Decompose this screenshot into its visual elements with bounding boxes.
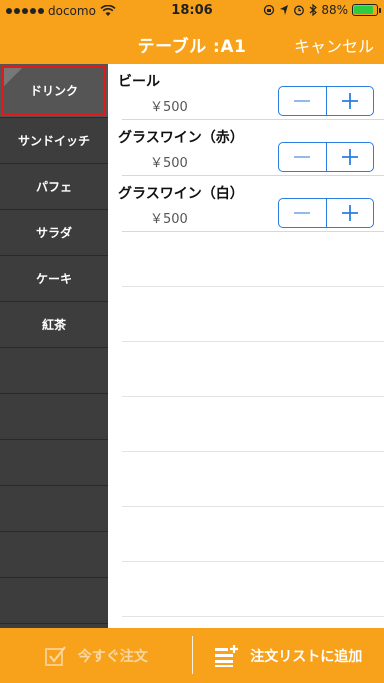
sidebar-item-tea[interactable]: 紅茶 (0, 302, 108, 348)
cancel-button[interactable]: キャンセル (294, 33, 374, 57)
checkbox-checked-icon (44, 645, 66, 666)
sidebar-item-label: 紅茶 (41, 318, 66, 332)
sidebar-item-parfait[interactable]: パフェ (0, 164, 108, 210)
battery-icon (352, 4, 381, 16)
increment-button[interactable] (327, 87, 374, 115)
sidebar-item-drink[interactable]: ドリンク (0, 64, 108, 118)
sidebar-empty-row (0, 394, 108, 440)
bluetooth-icon (309, 4, 318, 16)
minus-icon (294, 100, 311, 102)
empty-row (122, 232, 384, 287)
sidebar-empty-row (0, 440, 108, 486)
header: docomo 18:06 88% テーブル:A1 キャンセル (0, 0, 384, 64)
status-bar: docomo 18:06 88% (0, 0, 384, 22)
decrement-button[interactable] (279, 143, 327, 171)
sidebar-item-label: パフェ (35, 180, 72, 194)
item-price: ￥500 (150, 156, 188, 171)
sidebar-item-label: ドリンク (29, 84, 78, 98)
increment-button[interactable] (327, 199, 374, 227)
increment-button[interactable] (327, 143, 374, 171)
plus-icon (341, 149, 358, 165)
sidebar-empty-row (0, 578, 108, 624)
empty-row (122, 342, 384, 397)
item-price: ￥500 (150, 212, 188, 227)
item-name: グラスワイン（赤） (118, 130, 244, 146)
sidebar-item-salad[interactable]: サラダ (0, 210, 108, 256)
location-arrow-icon (280, 5, 289, 15)
item-name: ビール (118, 74, 160, 90)
quantity-stepper (278, 86, 374, 116)
list-item: グラスワイン（白） ￥500 (118, 176, 384, 232)
lock-rotation-icon (264, 4, 275, 16)
quantity-stepper (278, 142, 374, 172)
sidebar-item-cake[interactable]: ケーキ (0, 256, 108, 302)
order-now-button[interactable]: 今すぐ注文 (0, 628, 192, 683)
quantity-stepper (278, 198, 374, 228)
empty-row (122, 287, 384, 342)
decrement-button[interactable] (279, 199, 327, 227)
empty-row (122, 397, 384, 452)
plus-icon (341, 205, 358, 221)
sidebar-empty-row (0, 532, 108, 578)
empty-row (122, 562, 384, 617)
sidebar-empty-row (0, 348, 108, 394)
minus-icon (294, 212, 311, 214)
sidebar-empty-row (0, 486, 108, 532)
sidebar-item-label: サラダ (35, 226, 72, 240)
plus-icon (341, 93, 358, 109)
sidebar-item-label: サンドイッチ (17, 134, 90, 148)
minus-icon (294, 156, 311, 158)
sidebar-item-sandwich[interactable]: サンドイッチ (0, 118, 108, 164)
category-sidebar: ドリンク サンドイッチ パフェ サラダ ケーキ 紅茶 (0, 64, 108, 628)
sidebar-item-label: ケーキ (35, 272, 72, 286)
battery-percent: 88% (321, 3, 348, 17)
alarm-icon (294, 5, 305, 16)
item-price: ￥500 (150, 100, 188, 115)
bottom-toolbar: 今すぐ注文 注文リストに追加 (0, 628, 384, 683)
status-right: 88% (263, 3, 381, 17)
decrement-button[interactable] (279, 87, 327, 115)
list-item: ビール ￥500 (118, 64, 384, 120)
empty-row (122, 452, 384, 507)
list-item: グラスワイン（赤） ￥500 (118, 120, 384, 176)
order-now-label: 今すぐ注文 (77, 648, 148, 665)
list-add-icon (215, 644, 239, 667)
menu-list: ビール ￥500 グラスワイン（赤） ￥500 グラスワイン（白） ￥500 (108, 64, 384, 628)
add-to-order-list-label: 注文リストに追加 (250, 648, 363, 665)
item-name: グラスワイン（白） (118, 186, 244, 202)
empty-row (122, 507, 384, 562)
add-to-order-list-button[interactable]: 注文リストに追加 (193, 628, 384, 683)
